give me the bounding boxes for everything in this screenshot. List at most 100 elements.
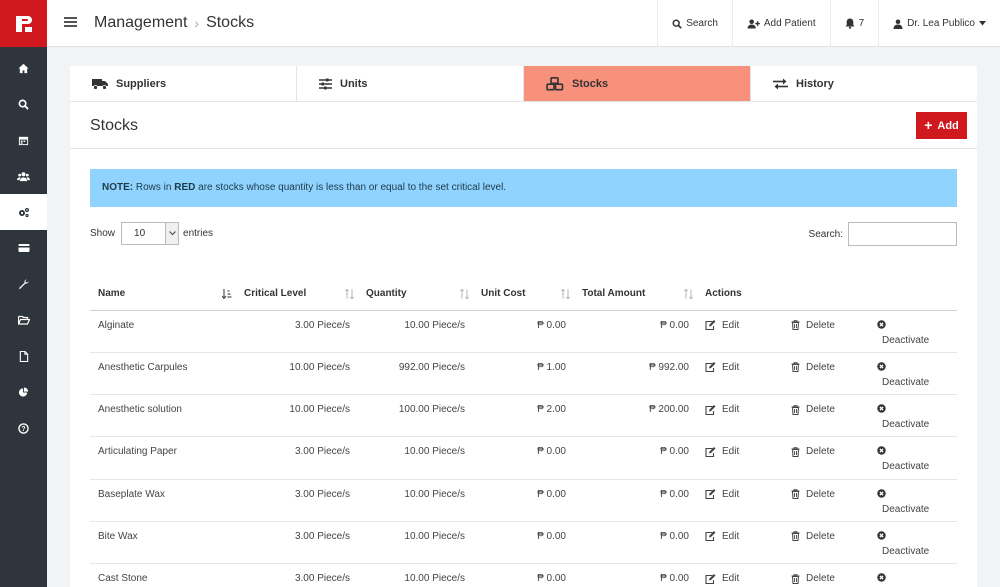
column-header-critical-level[interactable]: Critical Level xyxy=(236,278,358,311)
edit-button[interactable]: Edit xyxy=(697,436,783,480)
sidebar-item-management[interactable] xyxy=(0,194,47,230)
edit-button[interactable]: Edit xyxy=(697,352,783,396)
tab-history-label: History xyxy=(796,77,834,90)
credit-card-icon xyxy=(18,244,29,252)
column-header-spacer xyxy=(869,278,957,311)
column-header-critical-label: Critical Level xyxy=(244,288,307,300)
management-tabs: Suppliers Units Stocks History xyxy=(70,66,977,102)
deactivate-button[interactable]: Deactivate xyxy=(869,563,957,587)
times-circle-icon xyxy=(877,573,886,583)
menu-toggle-button[interactable] xyxy=(64,16,77,31)
tab-stocks[interactable]: Stocks xyxy=(524,66,751,101)
cell-total-amount: ₱ 0.00 xyxy=(574,310,697,353)
add-stock-button[interactable]: + Add xyxy=(916,112,967,139)
search-icon xyxy=(18,99,29,110)
tab-history[interactable]: History xyxy=(751,66,977,101)
user-menu[interactable]: Dr. Lea Publico xyxy=(878,0,1000,47)
tab-units[interactable]: Units xyxy=(297,66,524,101)
delete-button[interactable]: Delete xyxy=(783,310,869,353)
users-icon xyxy=(17,171,30,181)
edit-label: Edit xyxy=(722,361,740,373)
delete-label: Delete xyxy=(806,573,835,585)
cell-critical-level: 3.00 Piece/s xyxy=(236,521,358,565)
cell-name: Anesthetic Carpules xyxy=(90,352,236,396)
breadcrumb-item-management[interactable]: Management xyxy=(94,14,187,32)
edit-button[interactable]: Edit xyxy=(697,310,783,353)
deactivate-button[interactable]: Deactivate xyxy=(869,436,957,480)
table-search-input[interactable] xyxy=(848,222,957,246)
top-actions: Search Add Patient 7 Dr. Lea Publico xyxy=(657,0,1000,47)
user-icon xyxy=(893,19,903,29)
sidebar-item-calendar[interactable] xyxy=(0,122,47,158)
deactivate-button[interactable]: Deactivate xyxy=(869,521,957,565)
table-header-row: Name Critical Level Quantity Unit Cost T… xyxy=(90,278,957,311)
tab-suppliers[interactable]: Suppliers xyxy=(70,66,297,101)
note-text-before: Rows in xyxy=(133,182,175,193)
delete-label: Delete xyxy=(806,488,835,500)
edit-icon xyxy=(705,573,716,584)
sidebar-item-search[interactable] xyxy=(0,86,47,122)
sidebar-item-settings[interactable] xyxy=(0,266,47,302)
deactivate-button[interactable]: Deactivate xyxy=(869,310,957,353)
edit-button[interactable]: Edit xyxy=(697,563,783,587)
cell-unit-cost: ₱ 2.00 xyxy=(473,394,574,438)
home-icon xyxy=(18,63,29,73)
breadcrumb-item-stocks: Stocks xyxy=(206,14,255,31)
trash-icon xyxy=(791,489,800,500)
column-header-spacer xyxy=(783,278,869,311)
table-row: Baseplate Wax 3.00 Piece/s 10.00 Piece/s ₱ … xyxy=(90,479,957,522)
cell-total-amount: ₱ 0.00 xyxy=(574,479,697,522)
cell-critical-level: 3.00 Piece/s xyxy=(236,479,358,522)
add-patient-button[interactable]: Add Patient xyxy=(731,0,830,47)
entries-select[interactable]: 10 xyxy=(121,222,180,245)
edit-icon xyxy=(705,362,716,373)
delete-button[interactable]: Delete xyxy=(783,394,869,438)
trash-icon xyxy=(791,447,800,457)
deactivate-button[interactable]: Deactivate xyxy=(869,394,957,438)
deactivate-button[interactable]: Deactivate xyxy=(869,352,957,396)
tab-stocks-label: Stocks xyxy=(572,77,609,90)
search-button[interactable]: Search xyxy=(657,0,732,47)
sidebar-item-help[interactable]: ? xyxy=(0,410,47,446)
folder-open-icon xyxy=(17,315,30,325)
sidebar-item-users[interactable] xyxy=(0,158,47,194)
delete-button[interactable]: Delete xyxy=(783,563,869,587)
sidebar-item-billing[interactable] xyxy=(0,230,47,266)
column-header-name[interactable]: Name xyxy=(90,278,236,311)
deactivate-button[interactable]: Deactivate xyxy=(869,479,957,522)
delete-button[interactable]: Delete xyxy=(783,436,869,480)
column-header-quantity[interactable]: Quantity xyxy=(358,278,473,311)
table-row: Anesthetic solution 10.00 Piece/s 100.00 P… xyxy=(90,394,957,438)
column-header-quantity-label: Quantity xyxy=(366,288,407,300)
cubes-icon xyxy=(546,76,564,90)
hamburger-icon xyxy=(64,17,77,27)
edit-label: Edit xyxy=(722,530,740,542)
tab-suppliers-label: Suppliers xyxy=(116,77,167,90)
sidebar-item-documents[interactable] xyxy=(0,338,47,374)
add-patient-label: Add Patient xyxy=(763,18,816,29)
edit-button[interactable]: Edit xyxy=(697,394,783,438)
edit-button[interactable]: Edit xyxy=(697,479,783,522)
table-row: Bite Wax 3.00 Piece/s 10.00 Piece/s ₱ 0.00 ₱… xyxy=(90,521,957,565)
edit-button[interactable]: Edit xyxy=(697,521,783,565)
delete-button[interactable]: Delete xyxy=(783,479,869,522)
cell-unit-cost: ₱ 0.00 xyxy=(473,521,574,565)
sidebar-item-home[interactable] xyxy=(0,50,47,86)
deactivate-label: Deactivate xyxy=(882,419,930,431)
content-panel: Suppliers Units Stocks History Stocks + … xyxy=(70,66,977,587)
user-plus-icon xyxy=(747,18,760,29)
chevron-down-icon xyxy=(165,223,179,244)
truck-icon xyxy=(92,78,108,90)
cell-name: Cast Stone xyxy=(90,563,236,587)
deactivate-label: Deactivate xyxy=(882,545,930,557)
stocks-table: Name Critical Level Quantity Unit Cost T… xyxy=(90,278,957,587)
app-logo[interactable] xyxy=(0,0,47,47)
notifications-button[interactable]: 7 xyxy=(829,0,879,47)
column-header-unit-cost[interactable]: Unit Cost xyxy=(473,278,574,311)
delete-button[interactable]: Delete xyxy=(783,521,869,565)
sidebar-item-reports[interactable] xyxy=(0,374,47,410)
delete-button[interactable]: Delete xyxy=(783,352,869,396)
sidebar-item-files[interactable] xyxy=(0,302,47,338)
times-circle-icon xyxy=(877,531,886,540)
column-header-total-amount[interactable]: Total Amount xyxy=(574,278,697,311)
